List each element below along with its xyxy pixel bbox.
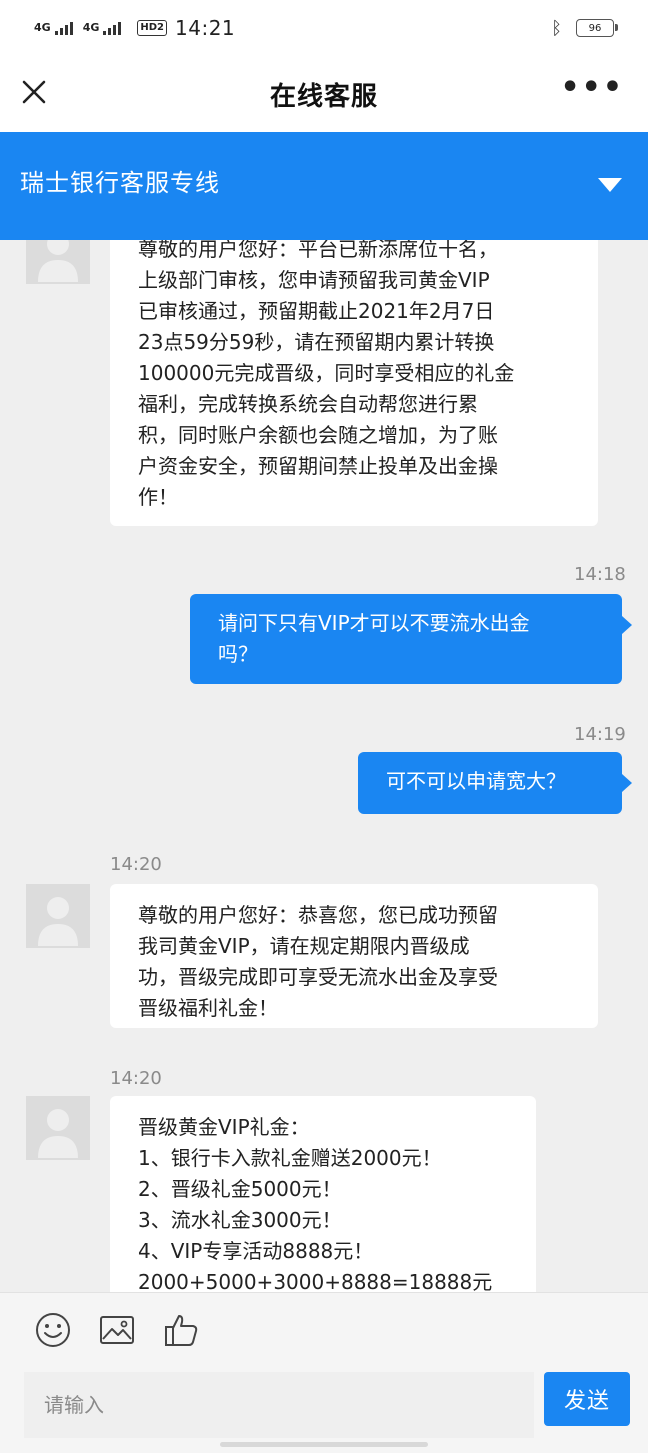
message-line: 100000元完成晋级，同时享受相应的礼金 [138, 361, 515, 385]
message-input[interactable] [24, 1372, 534, 1438]
bluetooth-icon: ᛒ [551, 17, 562, 39]
message-line: 积，同时账户余额也会随之增加，为了账 [138, 423, 498, 447]
nav-bar: 在线客服 ••• [0, 56, 648, 132]
message-line: 上级部门审核，您申请预留我司黄金VIP [138, 268, 490, 292]
message-bubble-agent: 晋级黄金VIP礼金： 1、银行卡入款礼金赠送2000元！ 2、晋级礼金5000元… [110, 1096, 536, 1292]
message-line: 23点59分59秒，请在预留期内累计转换 [138, 330, 495, 354]
close-icon[interactable] [18, 76, 50, 108]
signal-1-icon: 4G [34, 20, 73, 35]
chat-messages[interactable]: 尊敬的用户您好：平台已新添席位十名， 上级部门审核，您申请预留我司黄金VIP 已… [0, 240, 648, 1292]
battery-icon: 96 [576, 19, 618, 37]
signal-2-icon: 4G [82, 20, 122, 35]
message-line: 尊敬的用户您好：平台已新添席位十名， [138, 240, 498, 261]
message-timestamp: 14:20 [110, 854, 162, 875]
person-icon [26, 240, 90, 284]
message-line: 晋级黄金VIP礼金： [138, 1115, 310, 1139]
message-line: 功，晋级完成即可享受无流水出金及享受 [138, 965, 498, 989]
message-line: 3、流水礼金3000元！ [138, 1208, 342, 1232]
service-channel-selector[interactable]: 瑞士银行客服专线 [0, 132, 648, 240]
battery-level: 96 [588, 22, 602, 34]
message-line: 吗？ [218, 642, 258, 666]
composer-toolbar [0, 1292, 648, 1364]
thumbs-up-icon[interactable] [162, 1311, 200, 1349]
network-type-2: 4G [82, 20, 100, 34]
message-line: 1、银行卡入款礼金赠送2000元！ [138, 1146, 442, 1170]
home-indicator [220, 1442, 428, 1447]
emoji-icon[interactable] [34, 1311, 72, 1349]
message-bubble-agent: 尊敬的用户您好：恭喜您，您已成功预留 我司黄金VIP，请在规定期限内晋级成 功，… [110, 884, 598, 1028]
message-timestamp: 14:19 [574, 724, 626, 745]
message-line: 晋级福利礼金！ [138, 996, 278, 1020]
person-icon [26, 1096, 90, 1160]
agent-avatar [26, 1096, 90, 1160]
network-type-1: 4G [34, 20, 51, 34]
send-button[interactable]: 发送 [544, 1372, 630, 1426]
message-line: 福利，完成转换系统会自动帮您进行累 [138, 392, 478, 416]
image-icon[interactable] [98, 1311, 136, 1349]
page-title: 在线客服 [269, 81, 378, 112]
hd-badge: HD2 [137, 20, 168, 36]
message-bubble-user: 可不可以申请宽大？ [358, 752, 632, 814]
message-line: 2000+5000+3000+8888=18888元 [138, 1270, 493, 1292]
message-line: 户资金安全，预留期间禁止投单及出金操 [138, 454, 498, 478]
status-time: 14:21 [175, 16, 236, 40]
composer: 发送 [0, 1364, 648, 1453]
message-line: 已审核通过，预留期截止2021年2月7日 [138, 299, 495, 323]
message-line: 请问下只有VIP才可以不要流水出金 [218, 611, 530, 635]
message-line: 可不可以申请宽大？ [386, 769, 566, 793]
message-line: 作！ [138, 485, 178, 509]
message-line: 尊敬的用户您好：恭喜您，您已成功预留 [138, 903, 498, 927]
message-bubble-agent: 尊敬的用户您好：平台已新添席位十名， 上级部门审核，您申请预留我司黄金VIP 已… [110, 240, 598, 526]
status-bar: 4G 4G HD2 14:21 ᛒ 96 [0, 0, 648, 56]
agent-avatar [26, 884, 90, 948]
message-timestamp: 14:18 [574, 564, 626, 585]
message-timestamp: 14:20 [110, 1068, 162, 1089]
person-icon [26, 884, 90, 948]
message-bubble-user: 请问下只有VIP才可以不要流水出金 吗？ [190, 594, 632, 684]
triangle-down-icon[interactable] [598, 178, 622, 192]
message-line: 4、VIP专享活动8888元！ [138, 1239, 374, 1263]
agent-avatar [26, 240, 90, 284]
message-line: 2、晋级礼金5000元！ [138, 1177, 342, 1201]
service-channel-title: 瑞士银行客服专线 [20, 168, 220, 197]
more-dots-icon[interactable]: ••• [560, 73, 624, 103]
message-line: 我司黄金VIP，请在规定期限内晋级成 [138, 934, 470, 958]
